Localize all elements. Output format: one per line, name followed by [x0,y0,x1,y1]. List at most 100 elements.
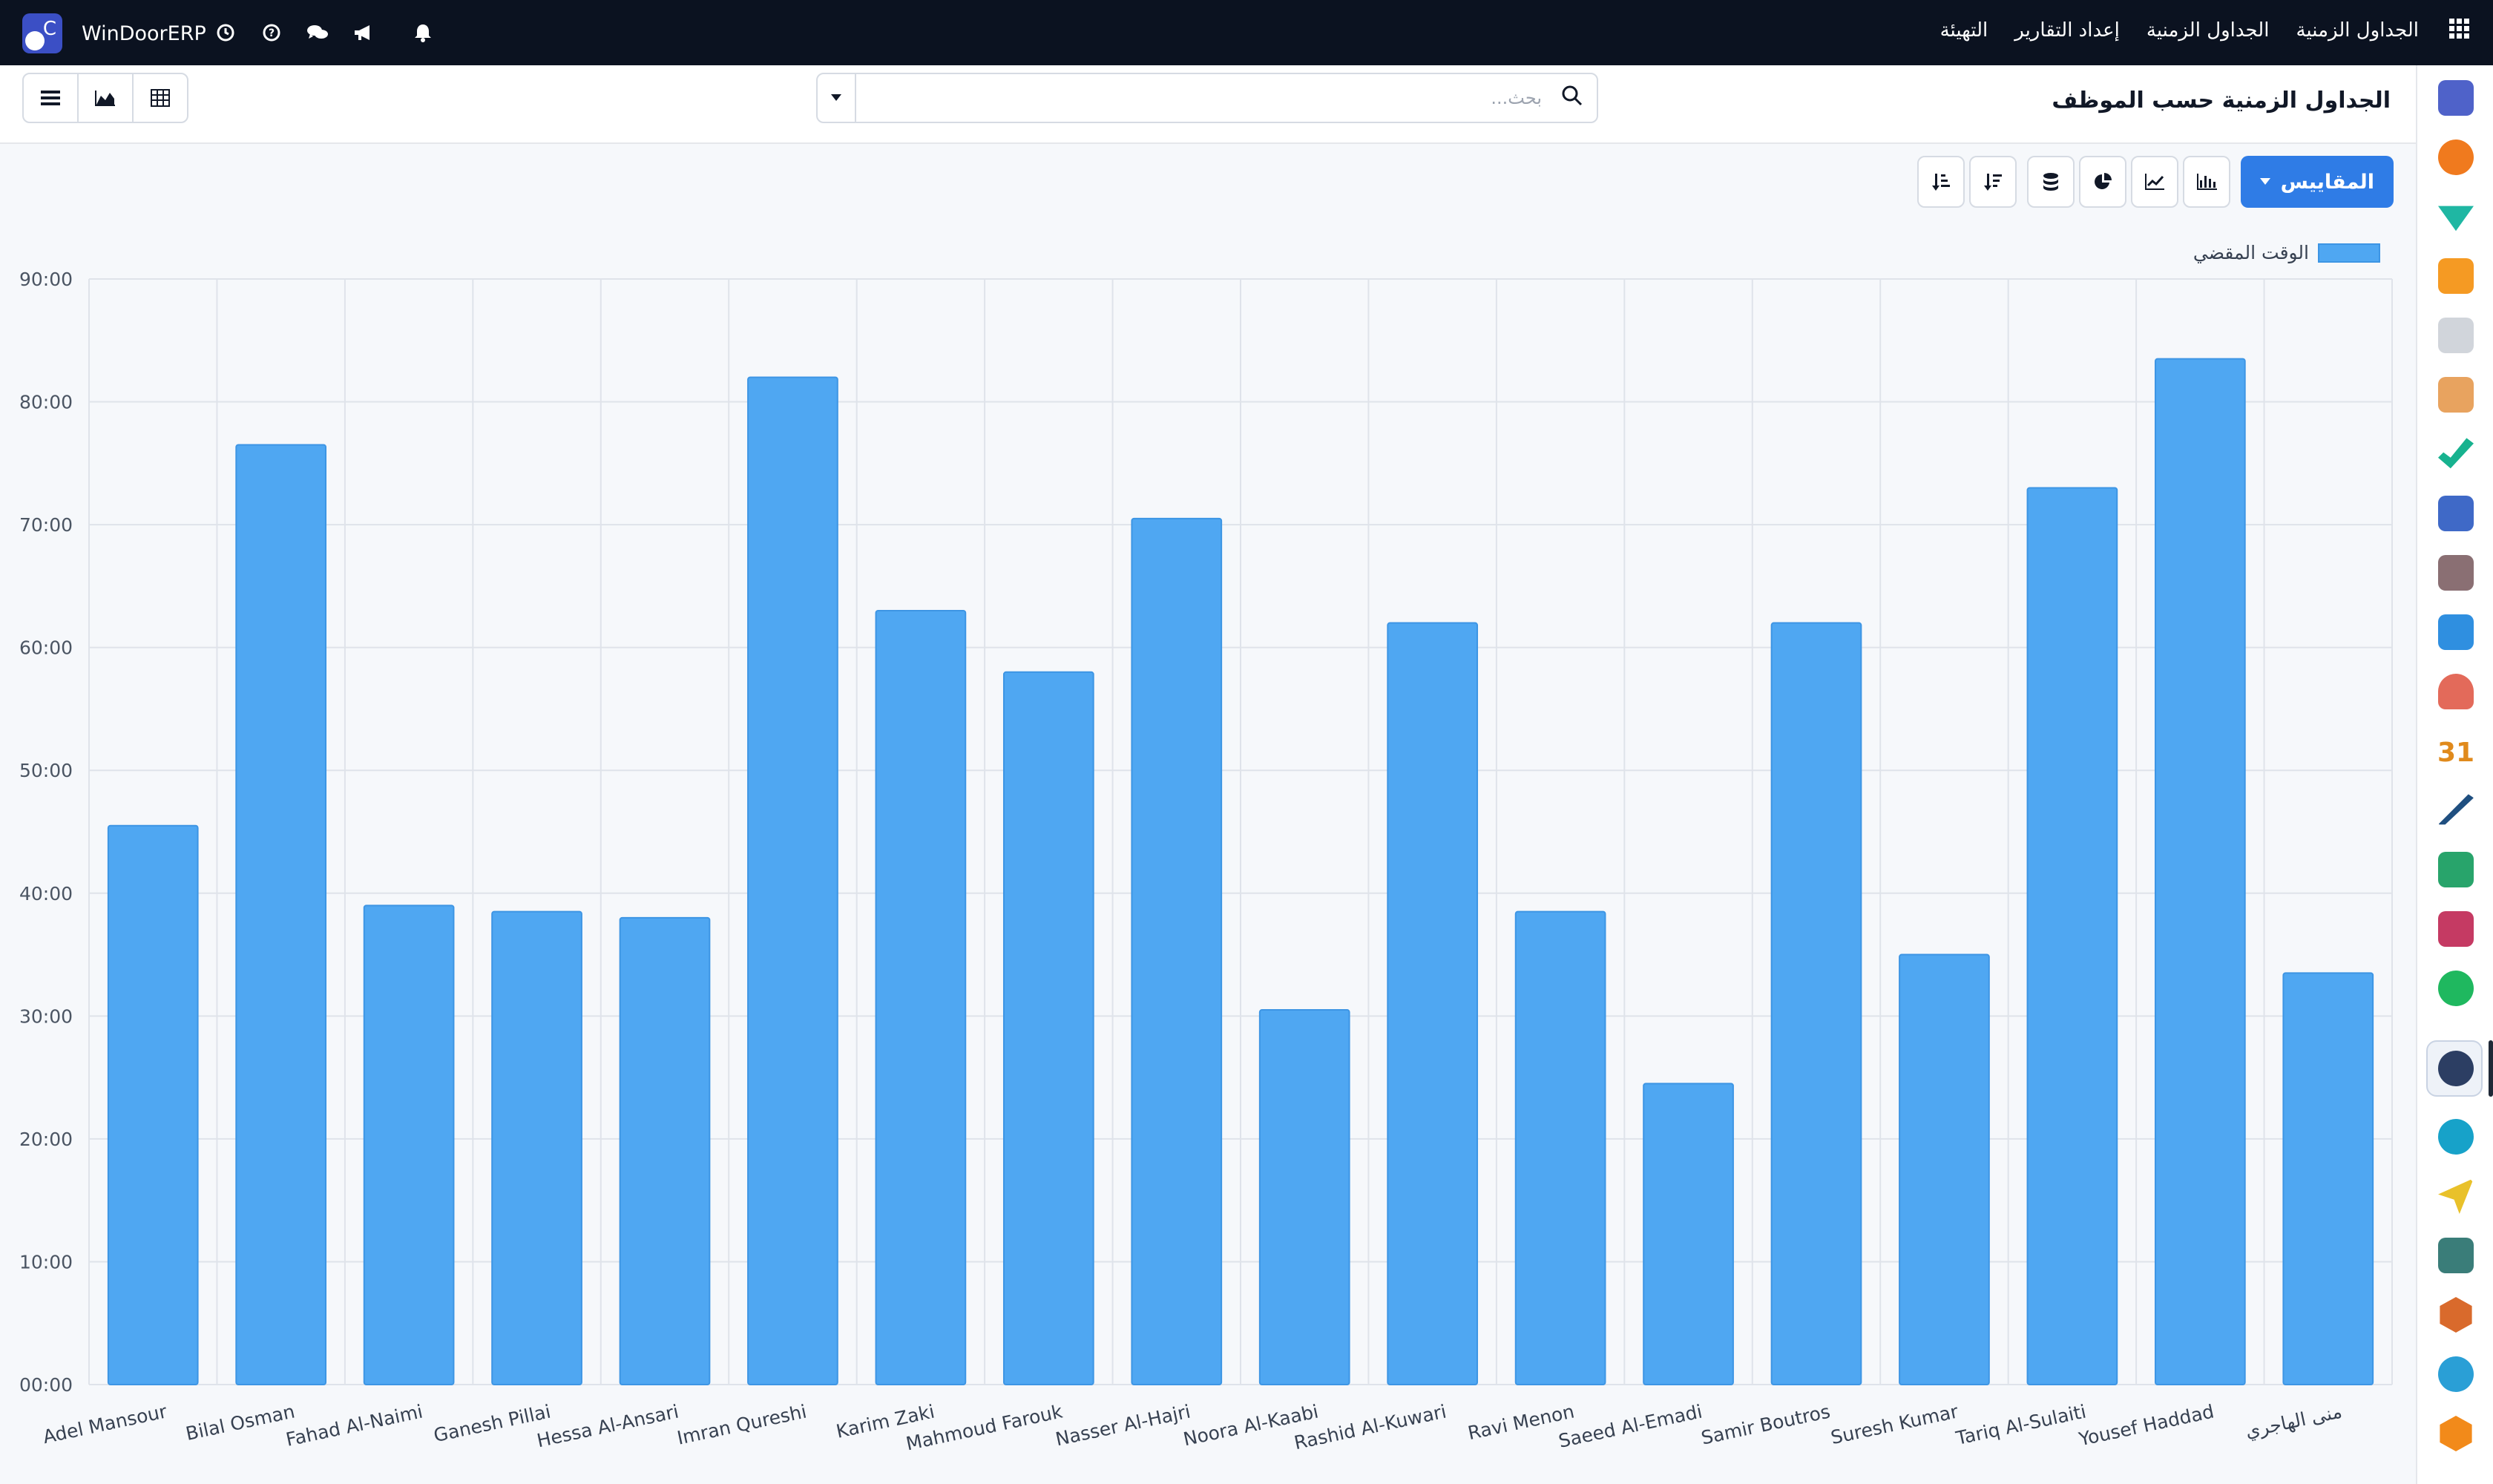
chart-bar [1387,622,1479,1385]
app-sign-icon[interactable] [2438,794,2474,825]
app-m-icon[interactable] [2438,80,2474,116]
y-tick-label: 00:00 [19,1374,73,1396]
chart-bar [1258,1009,1350,1385]
chart-bar [1002,671,1094,1385]
x-tick-label: Samir Boutros [1699,1401,1832,1449]
y-tick-label: 70:00 [19,514,73,536]
chart-bar [2026,487,2118,1385]
y-tick-label: 40:00 [19,883,73,904]
x-tick-label: Yousef Haddad [2076,1401,2216,1451]
chart-bar [2282,972,2374,1385]
app-calendar-icon[interactable]: 31 [2437,733,2474,769]
app-inventory-icon[interactable] [2438,318,2474,353]
brand[interactable]: C WinDoorERP [22,13,206,53]
app-employees-icon[interactable] [2438,674,2474,709]
menu-item-configuration[interactable]: التهيئة [1940,19,1988,42]
search-icon[interactable] [1561,85,1583,110]
menu-item-timesheets[interactable]: الجداول الزمنية [2147,19,2270,42]
search-bar: بحث... [816,73,1598,123]
x-tick-label: Suresh Kumar [1829,1400,1961,1448]
y-tick-label: 80:00 [19,392,73,413]
chart-bar [875,610,967,1385]
measures-label: المقاييس [2280,170,2374,194]
help-icon[interactable]: ? [257,18,286,47]
app-banking-icon[interactable] [2438,1238,2474,1273]
control-panel: بحث... الجداول الزمنية حسب الموظف [0,65,2416,144]
svg-text:?: ? [269,27,275,39]
pie-chart-button[interactable] [2078,156,2126,208]
apps-menu-icon[interactable] [2446,18,2471,43]
chart-legend[interactable]: الوقت المقضي [2193,242,2380,263]
app-package-icon[interactable] [2438,555,2474,591]
chart-bar [107,824,199,1385]
pivot-view-button[interactable] [132,73,188,123]
x-tick-label: Bilal Osman [184,1401,297,1445]
chart-bar [747,376,838,1385]
x-tick-label: Saeed Al-Emadi [1557,1401,1704,1452]
measures-dropdown-button[interactable]: المقاييس [2240,156,2394,208]
app-discuss-icon[interactable] [2438,139,2474,175]
top-navbar: C WinDoorERP ? الجداول الزمنية الجداول ا… [0,0,2493,65]
y-tick-label: 20:00 [19,1129,73,1150]
app-directory-icon[interactable] [2438,852,2474,887]
x-tick-label: Fahad Al-Naimi [284,1401,425,1451]
chat-icon[interactable] [303,18,332,47]
x-tick-label: Nasser Al-Hajri [1054,1401,1192,1451]
y-tick-label: 30:00 [19,1005,73,1027]
bell-icon[interactable] [408,18,438,47]
page-title: الجداول الزمنية حسب الموظف [2052,88,2391,114]
app-validation-icon[interactable] [2438,206,2474,232]
app-tasks-icon[interactable] [2438,438,2474,469]
y-tick-label: 10:00 [19,1251,73,1273]
legend-label: الوقت المقضي [2193,242,2309,263]
menu-item-app[interactable]: الجداول الزمنية [2296,19,2419,42]
clock-icon[interactable] [211,18,240,47]
x-tick-label: منى الهاجري [2244,1401,2345,1443]
legend-swatch [2318,243,2380,263]
app-planning-icon[interactable] [2438,911,2474,947]
app-dashboard-icon[interactable] [2438,258,2474,294]
bar-chart-button[interactable] [2182,156,2230,208]
svg-text:31: 31 [2438,738,2474,768]
company-logo[interactable]: C [22,13,62,53]
list-view-button[interactable] [22,73,79,123]
app-hexagon-icon[interactable] [2440,1297,2472,1333]
x-tick-label: Tariq Al-Sulaiti [1954,1401,2088,1450]
chart-bar [1514,910,1606,1385]
stacked-button[interactable] [2026,156,2075,208]
line-chart-button[interactable] [2130,156,2178,208]
app-sidebar: 31 [2416,65,2493,1484]
x-tick-label: Imran Qureshi [675,1401,809,1449]
caret-down-icon [2259,178,2270,185]
whatsapp-icon[interactable] [2438,971,2474,1006]
menu-item-reporting[interactable]: إعداد التقارير [2014,19,2120,42]
bar-chart: 00:00 10:00 20:00 30:00 40:00 50:00 60:00 70:00… [19,269,2393,1455]
search-options-toggle[interactable] [818,74,856,122]
app-timesheets-icon[interactable] [2438,1051,2474,1086]
app-knowledge-icon[interactable] [2438,496,2474,531]
chart-bar [1643,1083,1734,1386]
chart-bar [2154,358,2246,1386]
x-tick-label: Adel Mansour [41,1400,169,1448]
chart-bar [619,916,711,1385]
app-invoicing-icon[interactable] [2438,614,2474,650]
chart-bar [491,910,582,1385]
x-tick-label: Ganesh Pillai [432,1401,553,1447]
megaphone-icon[interactable] [349,18,378,47]
app-circle-icon[interactable] [2438,1356,2474,1392]
chart-bar [1131,517,1223,1385]
sort-descending-button[interactable] [1968,156,2017,208]
app-contacts-icon[interactable] [2438,377,2474,413]
graph-view-button[interactable] [77,73,134,123]
chart-bar [1899,953,1990,1385]
view-switcher [22,73,188,123]
app-send-icon[interactable] [2438,1178,2474,1214]
app-wave-icon[interactable] [2438,1119,2474,1155]
active-app-marker [2489,1040,2493,1097]
x-tick-label: Hessa Al-Ansari [535,1401,680,1452]
sort-ascending-button[interactable] [1916,156,1965,208]
brand-name[interactable]: WinDoorERP [82,22,206,45]
search-input[interactable]: بحث... [1491,88,1542,108]
app-box-icon[interactable] [2440,1416,2472,1451]
chart-bar [1770,622,1862,1385]
